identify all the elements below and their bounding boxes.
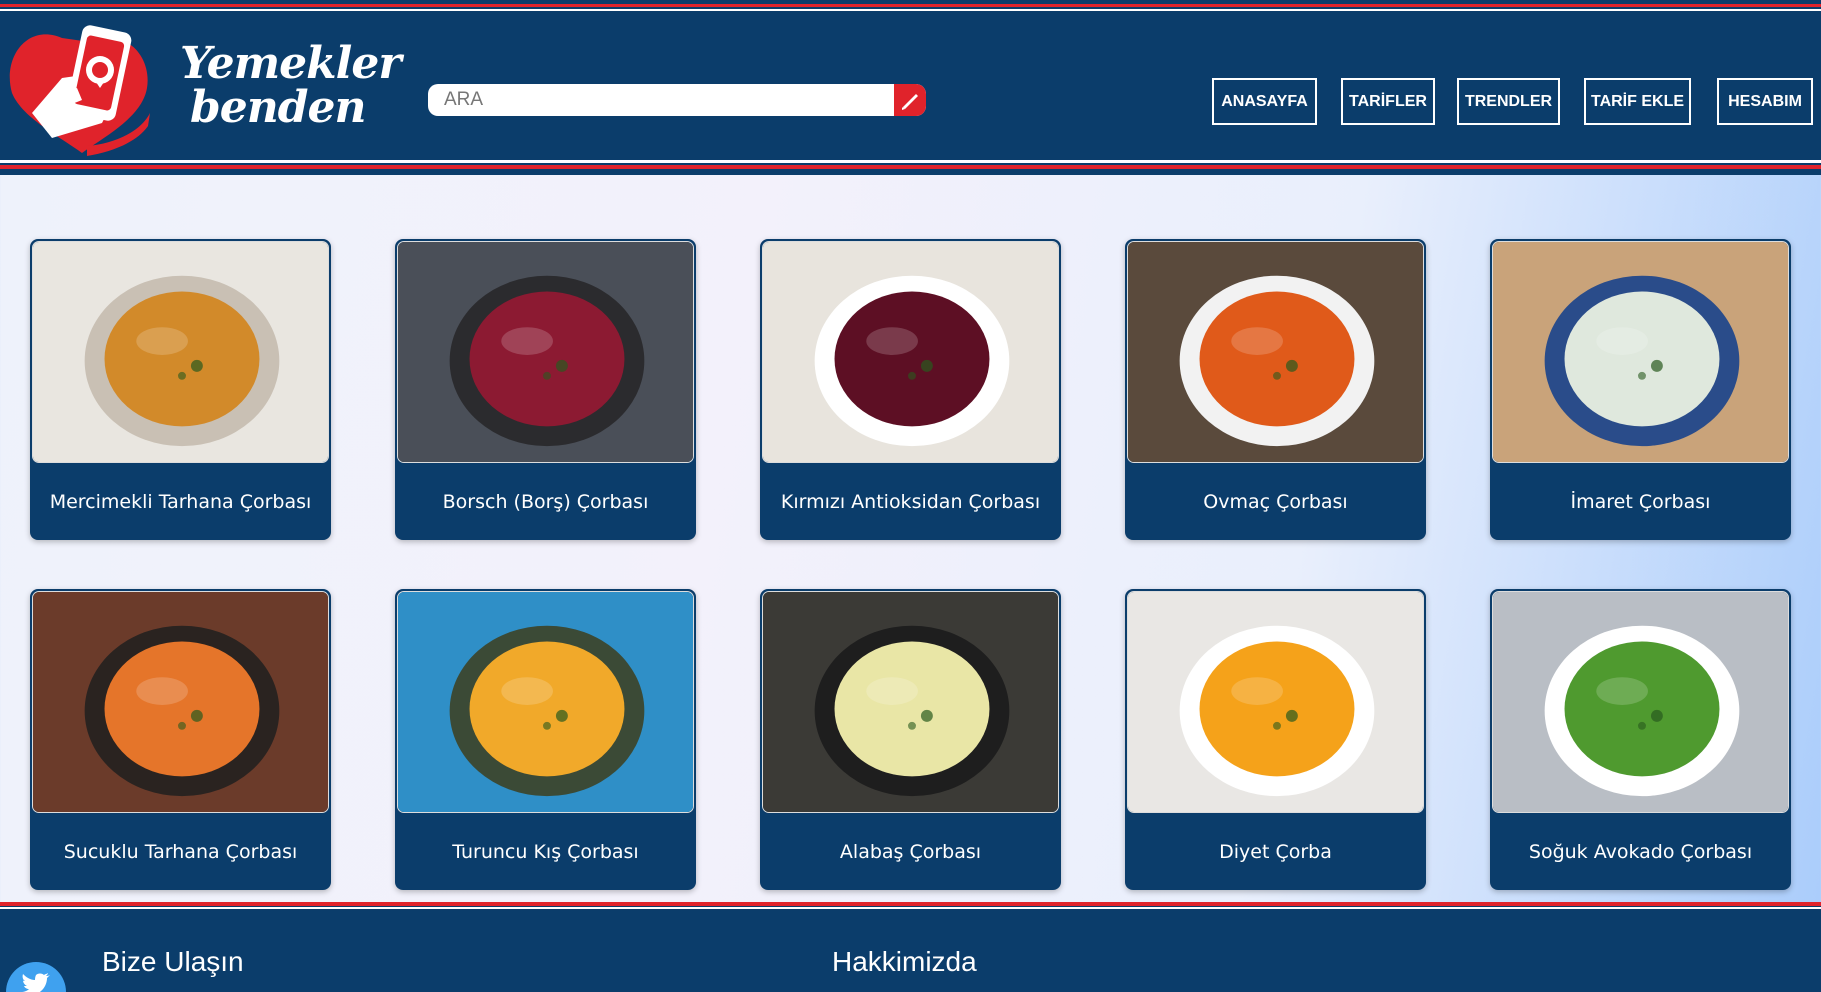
- recipe-card[interactable]: Alabaş Çorbası: [760, 589, 1061, 890]
- recipe-card[interactable]: Turuncu Kış Çorbası: [395, 589, 696, 890]
- soup-bowl-illustration: [1493, 592, 1788, 812]
- site-footer: Bize Ulaşın Hakkimizda: [0, 902, 1821, 992]
- soup-bowl-illustration: [33, 242, 328, 462]
- recipe-image: [762, 591, 1059, 813]
- soup-bowl-illustration: [33, 592, 328, 812]
- logo-line-2: benden: [190, 82, 367, 133]
- recipe-image: [762, 241, 1059, 463]
- logo-hand-phone-icon[interactable]: [2, 18, 152, 158]
- footer-about-title: Hakkimizda: [832, 946, 977, 977]
- recipe-title: Borsch (Borş) Çorbası: [442, 490, 649, 513]
- recipe-image: [1492, 591, 1789, 813]
- nav-trendler-button[interactable]: TRENDLER: [1457, 78, 1560, 125]
- recipe-card[interactable]: Soğuk Avokado Çorbası: [1490, 589, 1791, 890]
- recipe-title: İmaret Çorbası: [1570, 490, 1711, 513]
- recipe-image: [397, 591, 694, 813]
- recipe-image: [32, 591, 329, 813]
- header-bottom-stripe-white: [0, 160, 1821, 163]
- nav-tarif-ekle-button[interactable]: TARİF EKLE: [1584, 78, 1691, 125]
- recipe-card[interactable]: Borsch (Borş) Çorbası: [395, 239, 696, 540]
- search-pen-icon: [902, 94, 918, 110]
- footer-contact-title: Bize Ulaşın: [102, 946, 244, 977]
- recipe-card[interactable]: Ovmaç Çorbası: [1125, 239, 1426, 540]
- nav-hesabim-button[interactable]: HESABIM: [1717, 78, 1813, 125]
- nav-anasayfa-button[interactable]: ANASAYFA: [1212, 78, 1317, 125]
- recipe-image: [1127, 591, 1424, 813]
- header-top-stripe: [0, 4, 1821, 7]
- soup-bowl-illustration: [398, 242, 693, 462]
- recipe-image: [1127, 241, 1424, 463]
- soup-bowl-illustration: [1128, 592, 1423, 812]
- site-header: Yemekler benden ANASAYFA TARİFLER TRENDL…: [0, 0, 1821, 175]
- search-input[interactable]: [428, 84, 888, 116]
- recipe-title: Turuncu Kış Çorbası: [452, 840, 639, 863]
- twitter-icon[interactable]: [6, 962, 66, 992]
- recipe-title: Alabaş Çorbası: [839, 840, 982, 863]
- recipe-image: [397, 241, 694, 463]
- recipe-card[interactable]: Kırmızı Antioksidan Çorbası: [760, 239, 1061, 540]
- recipe-title: Soğuk Avokado Çorbası: [1528, 840, 1753, 863]
- soup-bowl-illustration: [763, 242, 1058, 462]
- recipe-card[interactable]: Sucuklu Tarhana Çorbası: [30, 589, 331, 890]
- recipe-image: [1492, 241, 1789, 463]
- recipe-title: Diyet Çorba: [1219, 840, 1332, 863]
- recipe-title: Kırmızı Antioksidan Çorbası: [780, 490, 1041, 513]
- search-button[interactable]: [894, 84, 926, 116]
- footer-top-stripe: [0, 902, 1821, 906]
- footer-top-stripe-white: [0, 907, 1821, 909]
- recipe-image: [32, 241, 329, 463]
- soup-bowl-illustration: [1493, 242, 1788, 462]
- header-bottom-stripe: [0, 165, 1821, 169]
- recipe-card[interactable]: İmaret Çorbası: [1490, 239, 1791, 540]
- recipe-card[interactable]: Mercimekli Tarhana Çorbası: [30, 239, 331, 540]
- recipe-title: Sucuklu Tarhana Çorbası: [63, 840, 298, 863]
- soup-bowl-illustration: [1128, 242, 1423, 462]
- soup-bowl-illustration: [398, 592, 693, 812]
- logo-line-1: Yemekler: [180, 38, 402, 89]
- nav-tarifler-button[interactable]: TARİFLER: [1341, 78, 1435, 125]
- header-top-stripe-white: [0, 9, 1821, 11]
- recipe-title: Mercimekli Tarhana Çorbası: [49, 490, 312, 513]
- logo-wordmark[interactable]: Yemekler benden: [180, 38, 402, 133]
- recipe-card[interactable]: Diyet Çorba: [1125, 589, 1426, 890]
- soup-bowl-illustration: [763, 592, 1058, 812]
- recipe-title: Ovmaç Çorbası: [1203, 490, 1348, 513]
- search-bar: [428, 84, 926, 116]
